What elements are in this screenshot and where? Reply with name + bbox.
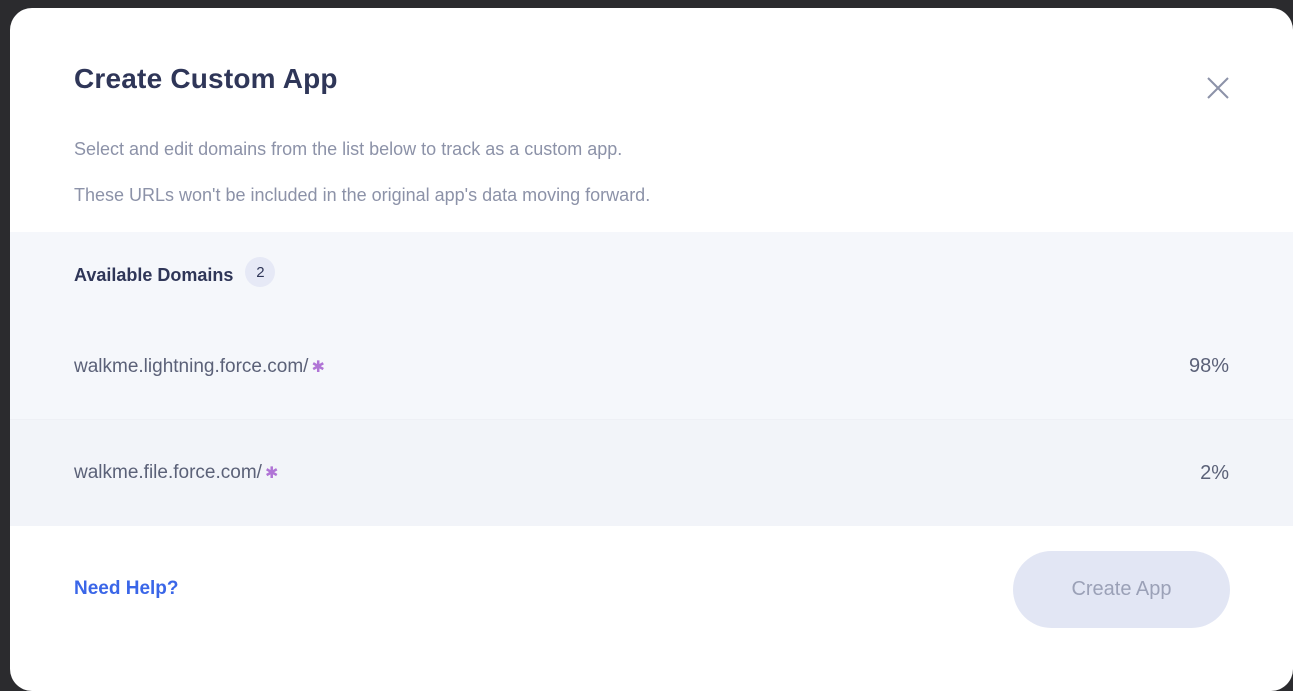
create-app-button[interactable]: Create App — [1013, 551, 1230, 628]
domain-percent: 2% — [1200, 461, 1229, 484]
domain-percent: 98% — [1188, 355, 1229, 377]
close-button[interactable] — [1204, 74, 1232, 102]
domains-header: Available Domains 2 — [74, 257, 276, 287]
domain-row[interactable]: walkme.file.force.com/✱ 2% — [10, 420, 1293, 526]
available-domains-section: Available Domains 2 walkme.lightning.for… — [10, 232, 1293, 526]
domain-url: walkme.lightning.force.com/✱ — [74, 355, 325, 377]
need-help-link[interactable]: Need Help? — [74, 578, 179, 600]
domain-url: walkme.file.force.com/✱ — [74, 462, 279, 483]
description-line-2: These URLs won't be included in the orig… — [74, 185, 651, 205]
wildcard-icon: ✱ — [264, 465, 279, 482]
wildcard-icon: ✱ — [311, 358, 325, 376]
domain-row[interactable]: walkme.lightning.force.com/✱ 98% — [10, 314, 1293, 420]
domain-count-badge: 2 — [245, 257, 276, 287]
modal-title: Create Custom App — [74, 63, 338, 94]
domains-title: Available Domains — [74, 264, 234, 285]
create-custom-app-modal: Create Custom App Select and edit domain… — [10, 8, 1293, 691]
close-icon — [1207, 77, 1229, 99]
description-line-1: Select and edit domains from the list be… — [74, 139, 623, 159]
